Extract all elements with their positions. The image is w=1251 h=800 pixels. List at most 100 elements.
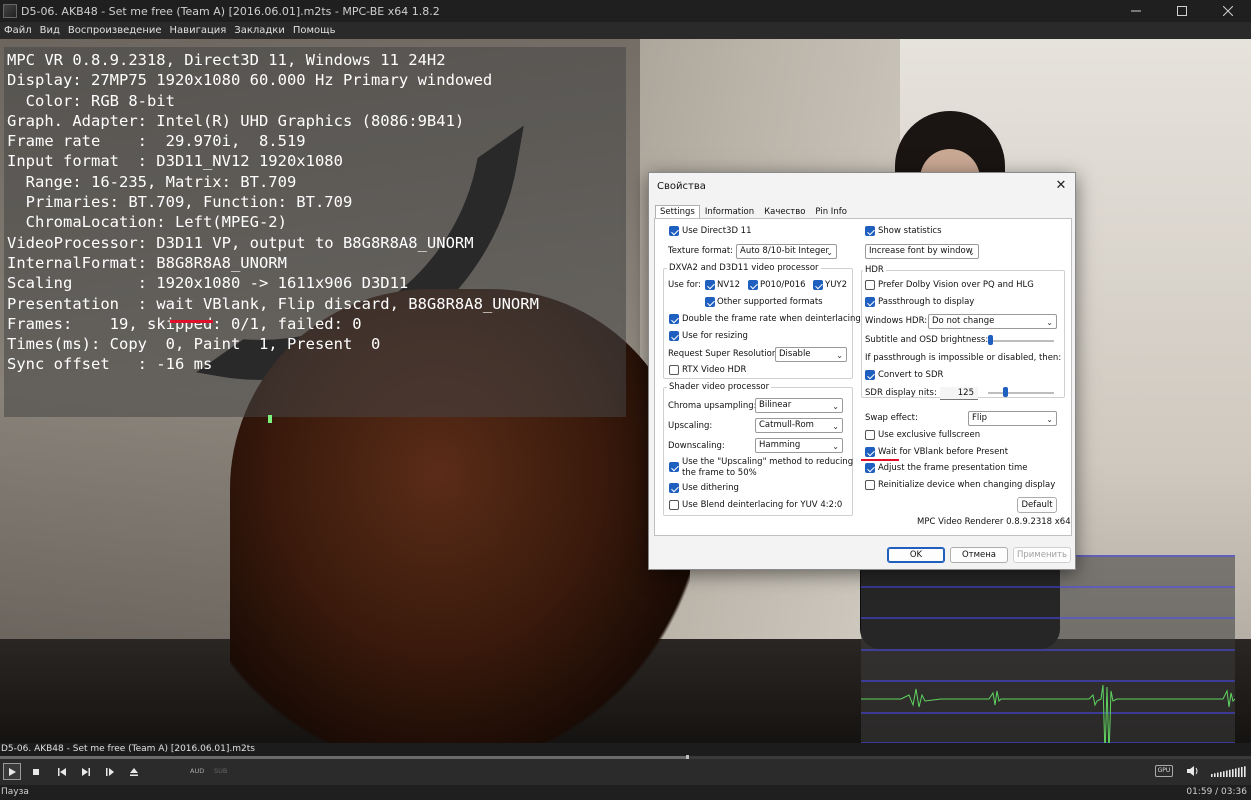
exclusive-fullscreen-checkbox[interactable] [865, 430, 875, 440]
stats-cursor-mark [268, 415, 272, 423]
downscaling-select[interactable]: Hamming ⌄ [755, 438, 843, 453]
next-button[interactable] [77, 763, 95, 780]
renderer-version: MPC Video Renderer 0.8.9.2318 x64 [917, 517, 1071, 527]
reinit-device-label: Reinitialize device when changing displa… [878, 480, 1056, 490]
double-frame-checkbox[interactable] [669, 314, 679, 324]
menu-navigation[interactable]: Навигация [166, 25, 231, 36]
apply-button[interactable]: Применить [1013, 547, 1071, 563]
frame-step-icon [106, 767, 114, 776]
maximize-button[interactable] [1159, 0, 1205, 22]
rtx-hdr-label: RTX Video HDR [682, 365, 747, 375]
blend-deint-checkbox[interactable] [669, 500, 679, 510]
nv12-label: NV12 [717, 280, 740, 290]
swap-effect-label: Swap effect: [865, 413, 918, 423]
reinit-device-checkbox[interactable] [865, 480, 875, 490]
cancel-button[interactable]: Отмена [950, 547, 1008, 563]
upscaling-method-label-2: the frame to 50% [682, 468, 757, 478]
ok-button[interactable]: OK [887, 547, 945, 563]
yuy2-checkbox[interactable] [813, 280, 823, 290]
speaker-icon[interactable] [1186, 764, 1200, 778]
play-button[interactable] [3, 763, 21, 780]
stop-button[interactable] [27, 763, 45, 780]
wait-vblank-highlight-line [861, 459, 899, 461]
font-size-select[interactable]: Increase font by window ⌄ [865, 244, 979, 259]
chroma-select[interactable]: Bilinear ⌄ [755, 398, 843, 413]
chevron-down-icon: ⌄ [832, 422, 839, 431]
sdr-nits-input[interactable]: 125 [940, 387, 978, 400]
sdr-nits-label: SDR display nits: [865, 388, 937, 398]
swap-effect-select[interactable]: Flip ⌄ [968, 411, 1057, 426]
close-icon [1223, 6, 1233, 16]
properties-dialog[interactable]: Свойства ✕ Settings Information Качество… [648, 172, 1076, 570]
skip-forward-icon [82, 767, 90, 776]
subtitle-track-button[interactable]: SUB [214, 767, 227, 775]
chevron-down-icon: ⌄ [1046, 318, 1053, 327]
subtitle-brightness-track[interactable] [988, 340, 1054, 342]
default-button[interactable]: Default [1017, 497, 1057, 513]
menu-bookmarks[interactable]: Закладки [230, 25, 289, 36]
prefer-dolby-checkbox[interactable] [865, 280, 875, 290]
texture-format-select[interactable]: Auto 8/10-bit Integer ⌄ [736, 244, 837, 259]
passthrough-label: Passthrough to display [878, 297, 975, 307]
menu-view[interactable]: Вид [36, 25, 64, 36]
chroma-label: Chroma upsampling: [668, 401, 757, 411]
wait-vblank-highlight [170, 320, 213, 323]
other-formats-label: Other supported formats [717, 297, 823, 307]
previous-button[interactable] [53, 763, 71, 780]
passthrough-checkbox[interactable] [865, 297, 875, 307]
p010-label: P010/P016 [760, 280, 806, 290]
stop-icon [33, 768, 39, 775]
eject-button[interactable] [125, 763, 143, 780]
dialog-tabs: Settings Information Качество Pin Info [655, 205, 852, 219]
menu-playback[interactable]: Воспроизведение [64, 25, 166, 36]
frame-step-button[interactable] [101, 763, 119, 780]
nv12-checkbox[interactable] [705, 280, 715, 290]
skip-back-icon [58, 767, 66, 776]
convert-sdr-label: Convert to SDR [878, 370, 944, 380]
other-formats-checkbox[interactable] [705, 297, 715, 307]
downscaling-label: Downscaling: [668, 441, 725, 451]
playback-status: Пауза [1, 787, 29, 797]
chevron-down-icon: ⌄ [1046, 415, 1053, 424]
dialog-close-icon[interactable]: ✕ [1053, 178, 1069, 194]
chevron-down-icon: ⌄ [826, 248, 833, 257]
if-passthrough-label: If passthrough is impossible or disabled… [865, 353, 1062, 363]
wait-vblank-checkbox[interactable] [865, 447, 875, 457]
windows-hdr-select[interactable]: Do not change ⌄ [928, 314, 1057, 329]
texture-format-label: Texture format: [668, 246, 734, 256]
upscaling-select[interactable]: Catmull-Rom ⌄ [755, 418, 843, 433]
convert-sdr-checkbox[interactable] [865, 370, 875, 380]
menu-file[interactable]: Файл [0, 25, 36, 36]
upscaling-method-checkbox[interactable] [669, 462, 679, 472]
rtx-hdr-checkbox[interactable] [669, 365, 679, 375]
window-title: D5-06. AKB48 - Set me free (Team A) [201… [21, 4, 440, 18]
show-statistics-label: Show statistics [878, 226, 942, 236]
windows-hdr-label: Windows HDR: [865, 316, 928, 326]
upscaling-method-label: Use the "Upscaling" method to reducing [682, 457, 854, 467]
close-window-button[interactable] [1205, 0, 1251, 22]
use-resizing-checkbox[interactable] [669, 331, 679, 341]
adjust-presentation-checkbox[interactable] [865, 463, 875, 473]
playback-time: 01:59 / 03:36 [1186, 787, 1247, 797]
title-bar[interactable]: D5-06. AKB48 - Set me free (Team A) [201… [0, 0, 1251, 22]
chevron-down-icon: ⌄ [968, 248, 975, 257]
super-res-select[interactable]: Disable ⌄ [775, 347, 847, 362]
sdr-nits-thumb[interactable] [1003, 387, 1008, 397]
blend-deint-label: Use Blend deinterlacing for YUV 4:2:0 [682, 500, 843, 510]
tab-quality[interactable]: Качество [759, 205, 810, 218]
subtitle-brightness-thumb[interactable] [988, 335, 993, 345]
p010-checkbox[interactable] [748, 280, 758, 290]
audio-track-button[interactable]: AUD [190, 767, 204, 775]
prefer-dolby-label: Prefer Dolby Vision over PQ and HLG [878, 280, 1034, 290]
super-res-label: Request Super Resolution: [668, 349, 781, 359]
use-d3d11-checkbox[interactable] [669, 226, 679, 236]
minimize-button[interactable] [1113, 0, 1159, 22]
show-statistics-checkbox[interactable] [865, 226, 875, 236]
sdr-nits-track[interactable] [988, 392, 1054, 394]
tab-information[interactable]: Information [700, 205, 759, 218]
volume-slider[interactable] [1210, 765, 1246, 777]
tab-pin-info[interactable]: Pin Info [810, 205, 851, 218]
tab-settings[interactable]: Settings [655, 205, 700, 219]
menu-help[interactable]: Помощь [289, 25, 340, 36]
dithering-checkbox[interactable] [669, 483, 679, 493]
